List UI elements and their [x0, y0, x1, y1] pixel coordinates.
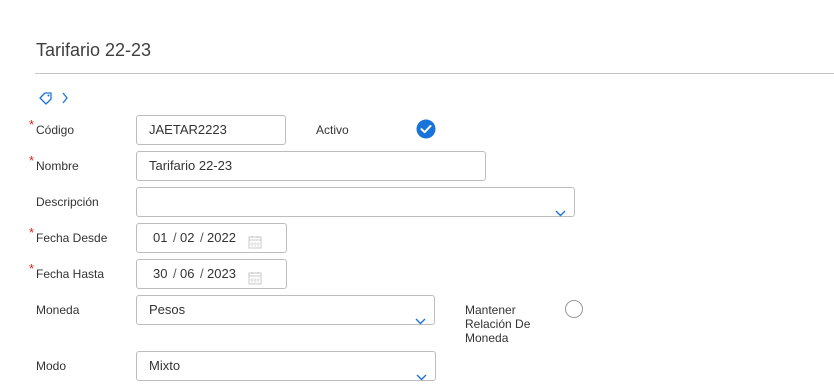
- fecha-hasta-label: Fecha Hasta: [36, 267, 105, 281]
- required-marker: *: [29, 153, 35, 168]
- codigo-field[interactable]: JAETAR2223: [136, 115, 286, 145]
- nombre-value: Tarifario 22-23: [149, 158, 233, 173]
- codigo-value: JAETAR2223: [149, 122, 227, 137]
- fecha-hasta-field[interactable]: 30 / 06 / 2023: [136, 259, 287, 289]
- required-marker: *: [29, 117, 35, 132]
- page-title: Tarifario 22-23: [36, 40, 152, 60]
- modo-select[interactable]: Mixto: [136, 351, 436, 381]
- date-separator: /: [173, 266, 177, 281]
- date-separator: /: [200, 230, 204, 245]
- moneda-label: Moneda: [36, 303, 80, 317]
- fecha-desde-year[interactable]: 2022: [207, 224, 236, 252]
- title-divider: [35, 73, 834, 74]
- fecha-desde-label: Fecha Desde: [36, 231, 108, 245]
- nombre-field[interactable]: Tarifario 22-23: [136, 151, 486, 181]
- activo-label: Activo: [316, 123, 349, 137]
- fecha-desde-month[interactable]: 02: [180, 224, 194, 252]
- codigo-label: Código: [36, 123, 75, 137]
- activo-checkbox[interactable]: [416, 119, 436, 144]
- descripcion-select[interactable]: [136, 187, 575, 217]
- chevron-right-icon[interactable]: [61, 91, 69, 110]
- moneda-value: Pesos: [149, 302, 186, 317]
- required-marker: *: [29, 261, 35, 276]
- date-separator: /: [173, 230, 177, 245]
- tag-icon[interactable]: [38, 90, 54, 111]
- chevron-down-icon: [555, 199, 566, 227]
- nombre-label: Nombre: [36, 159, 79, 173]
- fecha-desde-field[interactable]: 01 / 02 / 2022: [136, 223, 287, 253]
- chevron-down-icon: [415, 307, 426, 335]
- moneda-select[interactable]: Pesos: [136, 295, 435, 325]
- descripcion-label: Descripción: [36, 195, 99, 209]
- fecha-desde-day[interactable]: 01: [153, 224, 167, 252]
- mantener-relacion-label: Mantener Relación De Moneda: [465, 303, 531, 345]
- date-separator: /: [200, 266, 204, 281]
- mantener-relacion-toggle[interactable]: [565, 300, 583, 318]
- fecha-hasta-month[interactable]: 06: [180, 260, 194, 288]
- modo-value: Mixto: [149, 358, 181, 373]
- calendar-icon[interactable]: [248, 267, 262, 295]
- fecha-hasta-year[interactable]: 2023: [207, 260, 236, 288]
- chevron-down-icon: [416, 363, 427, 391]
- fecha-hasta-day[interactable]: 30: [153, 260, 167, 288]
- calendar-icon[interactable]: [248, 231, 262, 259]
- modo-label: Modo: [36, 359, 67, 373]
- required-marker: *: [29, 225, 35, 240]
